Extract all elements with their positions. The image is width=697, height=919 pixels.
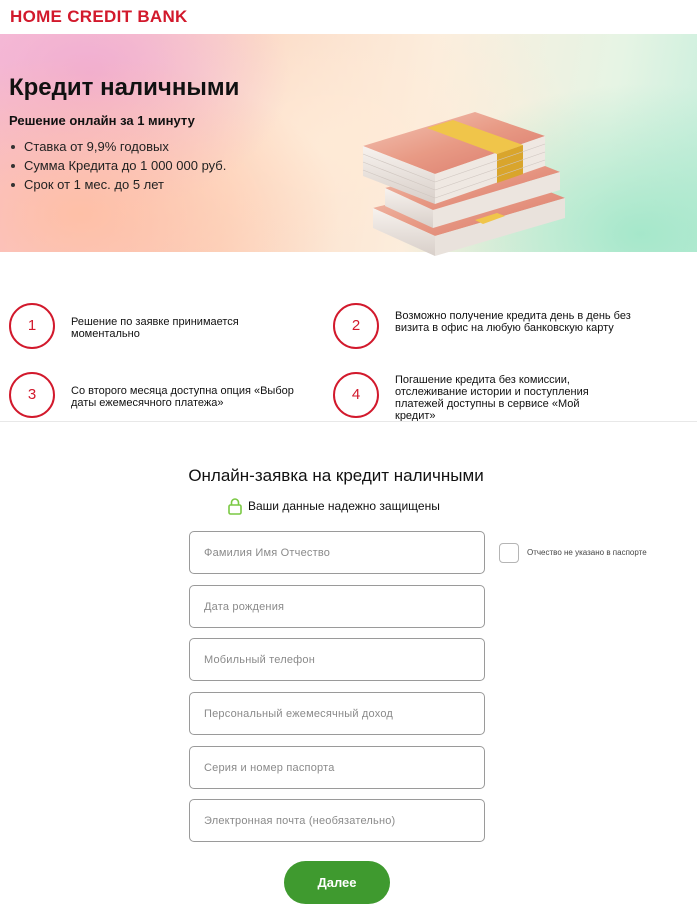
lock-icon bbox=[228, 497, 242, 515]
mobile-phone-field[interactable] bbox=[189, 638, 485, 681]
feature-text: Погашение кредита без комиссии, отслежив… bbox=[395, 374, 589, 422]
feature-text: Возможно получение кредита день в день б… bbox=[395, 310, 631, 334]
feature-text: Решение по заявке принимается моментальн… bbox=[71, 316, 239, 340]
full-name-input[interactable] bbox=[190, 532, 484, 573]
hero-bullet-term: Срок от 1 мес. до 5 лет bbox=[9, 175, 226, 194]
feature-number-badge: 1 bbox=[9, 303, 55, 349]
money-stack-illustration bbox=[362, 112, 565, 256]
feature-number-badge: 3 bbox=[9, 372, 55, 418]
section-divider bbox=[0, 421, 697, 422]
hero-bullet-rate: Ставка от 9,9% годовых bbox=[9, 137, 226, 156]
feature-number-badge: 4 bbox=[333, 372, 379, 418]
hero-bullet-amount: Сумма Кредита до 1 000 000 руб. bbox=[9, 156, 226, 175]
birth-date-field[interactable] bbox=[189, 585, 485, 628]
hero-title: Кредит наличными bbox=[9, 74, 240, 101]
passport-field[interactable] bbox=[189, 746, 485, 789]
no-patronymic-checkbox[interactable] bbox=[499, 543, 519, 563]
bank-logo[interactable]: HOME CREDIT BANK bbox=[10, 7, 188, 27]
feature-number-badge: 2 bbox=[333, 303, 379, 349]
form-title: Онлайн-заявка на кредит наличными bbox=[188, 466, 484, 485]
email-field[interactable] bbox=[189, 799, 485, 842]
passport-input[interactable] bbox=[190, 747, 484, 788]
header: HOME CREDIT BANK bbox=[0, 0, 697, 34]
hero-subtitle: Решение онлайн за 1 минуту bbox=[9, 113, 195, 128]
monthly-income-field[interactable] bbox=[189, 692, 485, 735]
no-patronymic-label[interactable]: Отчество не указано в паспорте bbox=[527, 548, 647, 557]
birth-date-input[interactable] bbox=[190, 586, 484, 627]
full-name-field[interactable] bbox=[189, 531, 485, 574]
email-input[interactable] bbox=[190, 800, 484, 841]
secure-notice: Ваши данные надежно защищены bbox=[228, 497, 440, 515]
hero-bullet-list: Ставка от 9,9% годовых Сумма Кредита до … bbox=[9, 137, 226, 194]
secure-text: Ваши данные надежно защищены bbox=[248, 499, 440, 513]
mobile-phone-input[interactable] bbox=[190, 639, 484, 680]
next-button[interactable]: Далее bbox=[284, 861, 390, 904]
monthly-income-input[interactable] bbox=[190, 693, 484, 734]
hero-banner: Кредит наличными Решение онлайн за 1 мин… bbox=[0, 34, 697, 256]
feature-text: Со второго месяца доступна опция «Выбор … bbox=[71, 385, 294, 409]
